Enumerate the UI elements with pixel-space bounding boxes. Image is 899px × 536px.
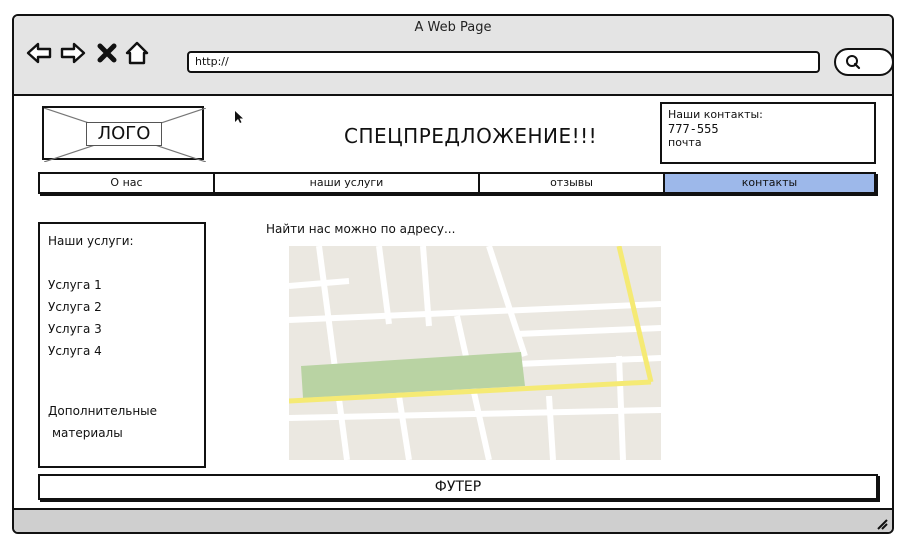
sidebar-item-extra-line2: материалы: [52, 426, 123, 440]
contacts-box: Наши контакты: 777-555 почта: [660, 102, 876, 164]
logo-placeholder[interactable]: ЛОГО: [42, 106, 206, 162]
sidebar-item-service-4[interactable]: Услуга 4: [48, 340, 196, 362]
sidebar-item-service-1[interactable]: Услуга 1: [48, 274, 196, 296]
nav-item-contacts[interactable]: контакты: [665, 174, 874, 192]
browser-titlebar: A Web Page http://: [14, 16, 892, 96]
address-bar[interactable]: http://: [187, 51, 820, 73]
search-icon: [846, 55, 861, 70]
nav-item-reviews[interactable]: отзывы: [480, 174, 665, 192]
sidebar-item-extra-line1: Дополнительные: [48, 404, 158, 418]
sidebar-item-extra[interactable]: Дополнительные материалы: [48, 400, 196, 444]
contacts-title: Наши контакты:: [668, 108, 763, 121]
nav-item-services[interactable]: наши услуги: [215, 174, 480, 192]
map-image[interactable]: [289, 246, 661, 460]
search-button[interactable]: [834, 48, 892, 76]
page-content: ЛОГО СПЕЦПРЕДЛОЖЕНИЕ!!! Наши контакты: 7…: [14, 96, 892, 532]
footer: ФУТЕР: [38, 474, 878, 500]
resize-grip-icon[interactable]: [874, 516, 888, 530]
close-icon[interactable]: [94, 40, 120, 66]
arrow-left-icon[interactable]: [26, 40, 52, 66]
home-icon[interactable]: [124, 40, 150, 66]
nav-item-about[interactable]: О нас: [40, 174, 215, 192]
main-nav: О нас наши услуги отзывы контакты: [38, 172, 876, 194]
status-bar: [14, 508, 892, 532]
window-title: A Web Page: [414, 20, 492, 35]
browser-window: A Web Page http:// ЛОГО СПЕЦПРЕДЛОЖЕНИЕ!…: [12, 14, 894, 534]
logo-text: ЛОГО: [86, 122, 162, 146]
mouse-cursor-icon: [235, 111, 243, 123]
contacts-phone[interactable]: 777-555: [668, 122, 868, 136]
address-caption: Найти нас можно по адресу...: [266, 222, 456, 236]
sidebar-item-service-2[interactable]: Услуга 2: [48, 296, 196, 318]
sidebar-title: Наши услуги:: [48, 234, 134, 248]
sidebar-item-service-3[interactable]: Услуга 3: [48, 318, 196, 340]
sidebar: Наши услуги: Услуга 1 Услуга 2 Услуга 3 …: [38, 222, 206, 468]
arrow-right-icon[interactable]: [60, 40, 86, 66]
contacts-mail[interactable]: почта: [668, 136, 868, 150]
promo-banner[interactable]: СПЕЦПРЕДЛОЖЕНИЕ!!!: [344, 124, 597, 148]
